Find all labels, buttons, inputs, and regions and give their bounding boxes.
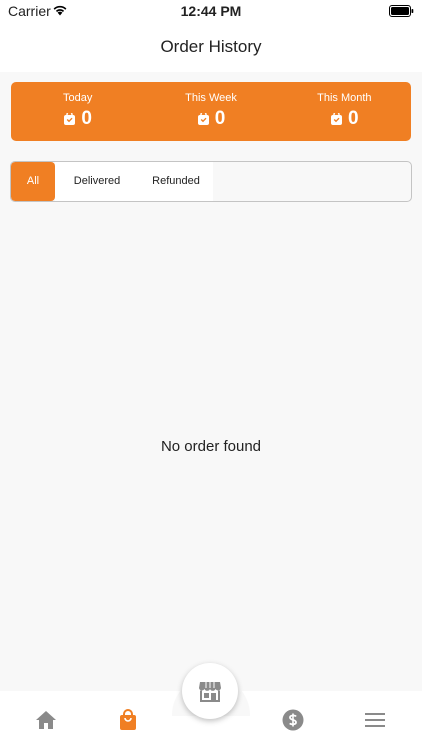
status-bar: Carrier 12:44 PM xyxy=(0,0,422,22)
shopping-bag-icon xyxy=(64,112,76,125)
stat-today: Today 0 xyxy=(11,82,144,141)
stat-value: 0 xyxy=(348,108,359,129)
shopping-bag-icon xyxy=(331,112,343,125)
header-bar: Order History xyxy=(0,22,422,72)
empty-state-message: No order found xyxy=(160,438,262,455)
tab-delivered[interactable]: Delivered xyxy=(55,162,139,201)
page-title: Order History xyxy=(160,37,262,56)
tab-all[interactable]: All xyxy=(11,162,55,201)
nav-payments[interactable] xyxy=(281,708,305,732)
battery-icon xyxy=(389,4,414,20)
stat-this-week: This Week 0 xyxy=(144,82,277,141)
home-icon xyxy=(36,711,56,729)
stat-value: 0 xyxy=(81,108,92,129)
nav-orders[interactable] xyxy=(116,708,140,732)
nav-home[interactable] xyxy=(34,708,58,732)
orders-bag-icon xyxy=(120,709,136,730)
menu-icon xyxy=(365,713,385,727)
stat-this-month: This Month 0 xyxy=(278,82,411,141)
store-icon xyxy=(199,682,221,702)
clock-time: 12:44 PM xyxy=(180,3,242,19)
tab-refunded[interactable]: Refunded xyxy=(139,162,213,201)
shopping-bag-icon xyxy=(197,112,209,125)
dollar-icon xyxy=(282,709,304,731)
stat-label: This Week xyxy=(185,92,237,104)
store-button[interactable] xyxy=(182,663,238,719)
order-filter-tabs: All Delivered Refunded xyxy=(10,161,412,202)
order-history-screen: Carrier 12:44 PM Order History Today 0 T… xyxy=(0,0,422,750)
stat-label: Today xyxy=(62,92,93,104)
nav-menu[interactable] xyxy=(363,708,387,732)
order-stats-card: Today 0 This Week 0 This Month 0 xyxy=(11,82,411,141)
stat-value: 0 xyxy=(214,108,226,129)
stat-label: This Month xyxy=(317,92,372,104)
